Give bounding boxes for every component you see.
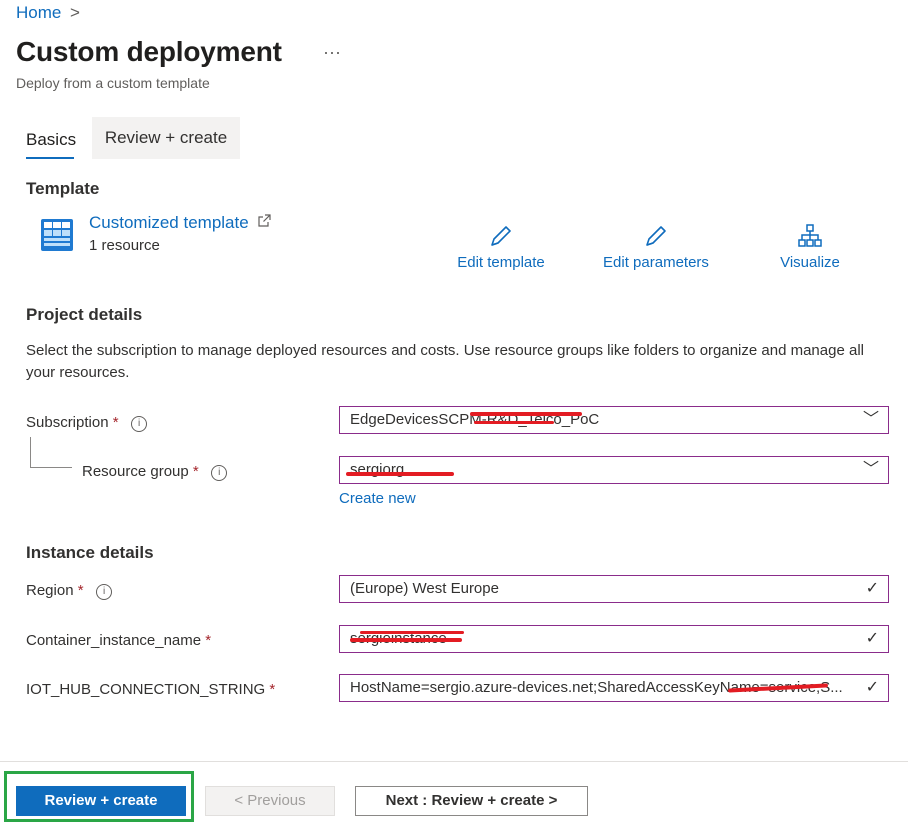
region-label: Region * i (26, 582, 113, 600)
info-icon[interactable]: i (131, 416, 148, 432)
iot-hub-connection-string-input[interactable]: HostName=sergio.azure-devices.net;Shared… (339, 674, 889, 702)
required-marker: * (192, 463, 199, 480)
redaction-mark (474, 421, 554, 424)
tree-connector (30, 467, 72, 468)
edit-parameters-label: Edit parameters (603, 254, 709, 271)
resource-group-value: sergiorg (350, 461, 405, 478)
container-instance-name-label: Container_instance_name * (26, 632, 211, 649)
visualize-button[interactable]: Visualize (770, 224, 850, 271)
create-new-link[interactable]: Create new (339, 490, 416, 507)
template-icon (40, 218, 74, 252)
container-instance-name-input[interactable]: sergioinstance ✓ (339, 625, 889, 653)
more-options-button[interactable]: ··· (323, 42, 341, 63)
redaction-mark (360, 631, 464, 634)
instance-details-heading: Instance details (26, 543, 154, 562)
review-create-button[interactable]: Review + create (16, 786, 186, 816)
template-resource-count: 1 resource (89, 237, 160, 254)
redaction-mark (350, 638, 462, 642)
active-tab-indicator (26, 157, 74, 159)
chevron-down-icon: ﹀ (862, 461, 879, 478)
tab-basics[interactable]: Basics (26, 130, 76, 150)
resource-group-label-text: Resource group (82, 463, 189, 480)
container-instance-name-label-text: Container_instance_name (26, 632, 202, 649)
tab-review-create[interactable]: Review + create (92, 117, 240, 159)
resource-group-select[interactable]: sergiorg ﹀ (339, 456, 889, 484)
subscription-label: Subscription * i (26, 414, 148, 432)
region-select[interactable]: (Europe) West Europe ✓ (339, 575, 889, 603)
project-details-heading: Project details (26, 305, 143, 324)
required-marker: * (112, 414, 119, 431)
required-marker: * (269, 681, 276, 698)
check-icon: ✓ (865, 580, 879, 597)
footer-divider (0, 761, 908, 762)
chevron-right-icon: > (70, 3, 80, 22)
pencil-icon (646, 226, 666, 246)
required-marker: * (205, 632, 212, 649)
info-icon[interactable]: i (96, 584, 113, 600)
region-label-text: Region (26, 582, 74, 599)
resource-group-label: Resource group * i (82, 463, 228, 481)
subscription-select[interactable]: EdgeDevicesSCPM-R&D_Telco_PoC ﹀ (339, 406, 889, 434)
page-subtitle: Deploy from a custom template (16, 75, 210, 91)
required-marker: * (77, 582, 84, 599)
template-heading: Template (26, 179, 100, 198)
breadcrumb-home[interactable]: Home (16, 3, 61, 23)
page-title: Custom deployment (16, 36, 282, 67)
edit-template-label: Edit template (457, 254, 545, 271)
subscription-label-text: Subscription (26, 414, 109, 431)
customized-template-link[interactable]: Customized template (89, 213, 249, 233)
redaction-mark (346, 472, 454, 476)
region-value: (Europe) West Europe (350, 580, 499, 597)
info-icon[interactable]: i (211, 465, 228, 481)
project-details-description: Select the subscription to manage deploy… (26, 342, 864, 381)
edit-parameters-button[interactable]: Edit parameters (592, 224, 720, 271)
hierarchy-icon (798, 224, 822, 247)
edit-template-button[interactable]: Edit template (445, 224, 557, 271)
iot-hub-connection-string-label: IOT_HUB_CONNECTION_STRING * (26, 681, 275, 698)
tree-connector (30, 437, 31, 467)
subscription-value: EdgeDevicesSCPM-R&D_Telco_PoC (350, 411, 600, 428)
check-icon: ✓ (865, 630, 879, 647)
check-icon: ✓ (865, 679, 879, 696)
redaction-mark (470, 412, 582, 416)
chevron-down-icon: ﹀ (862, 411, 879, 428)
pencil-icon (491, 226, 511, 246)
previous-button[interactable]: < Previous (205, 786, 335, 816)
next-button[interactable]: Next : Review + create > (355, 786, 588, 816)
external-link-icon[interactable] (257, 213, 272, 232)
iot-hub-connection-string-label-text: IOT_HUB_CONNECTION_STRING (26, 681, 266, 698)
visualize-label: Visualize (780, 254, 840, 271)
